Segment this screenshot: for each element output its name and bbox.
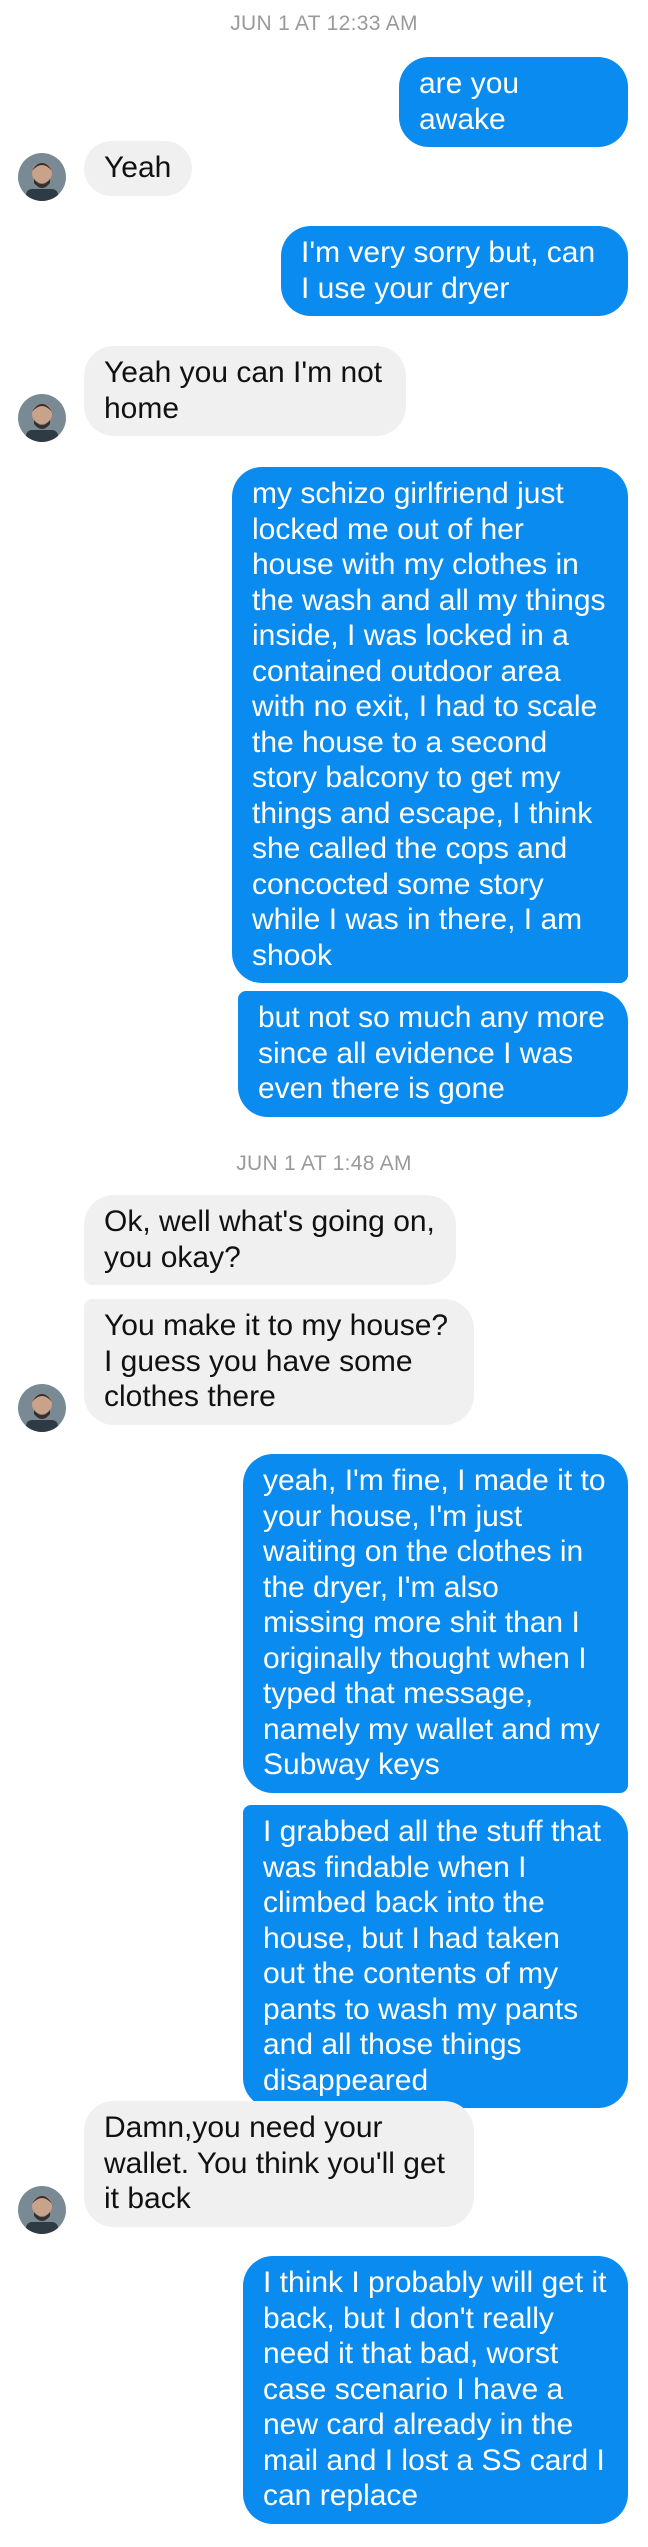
sent-message[interactable]: I'm very sorry but, can I use your dryer xyxy=(281,226,628,316)
sent-message[interactable]: I grabbed all the stuff that was findabl… xyxy=(243,1805,628,2108)
received-message[interactable]: Yeah you can I'm not home xyxy=(84,346,406,436)
received-message[interactable]: Yeah xyxy=(84,141,192,196)
received-message[interactable]: Ok, well what's going on, you okay? xyxy=(84,1195,456,1285)
avatar-icon xyxy=(18,153,66,201)
avatar-icon xyxy=(18,2186,66,2234)
received-message[interactable]: You make it to my house? I guess you hav… xyxy=(84,1299,474,1425)
contact-avatar[interactable] xyxy=(18,2186,66,2234)
sent-message[interactable]: are you awake xyxy=(399,57,628,147)
contact-avatar[interactable] xyxy=(18,394,66,442)
contact-avatar[interactable] xyxy=(18,153,66,201)
sent-message[interactable]: but not so much any more since all evide… xyxy=(238,991,628,1117)
timestamp-divider: JUN 1 AT 12:33 AM xyxy=(230,12,418,35)
avatar-icon xyxy=(18,1384,66,1432)
timestamp-divider: JUN 1 AT 1:48 AM xyxy=(236,1152,412,1175)
sent-message[interactable]: yeah, I'm fine, I made it to your house,… xyxy=(243,1454,628,1793)
contact-avatar[interactable] xyxy=(18,1384,66,1432)
message-thread: JUN 1 AT 12:33 AM are you awake Yeah I'm… xyxy=(0,0,648,2547)
sent-message[interactable]: I think I probably will get it back, but… xyxy=(243,2256,628,2524)
sent-message[interactable]: my schizo girlfriend just locked me out … xyxy=(232,467,628,983)
received-message[interactable]: Damn,you need your wallet. You think you… xyxy=(84,2101,474,2227)
avatar-icon xyxy=(18,394,66,442)
